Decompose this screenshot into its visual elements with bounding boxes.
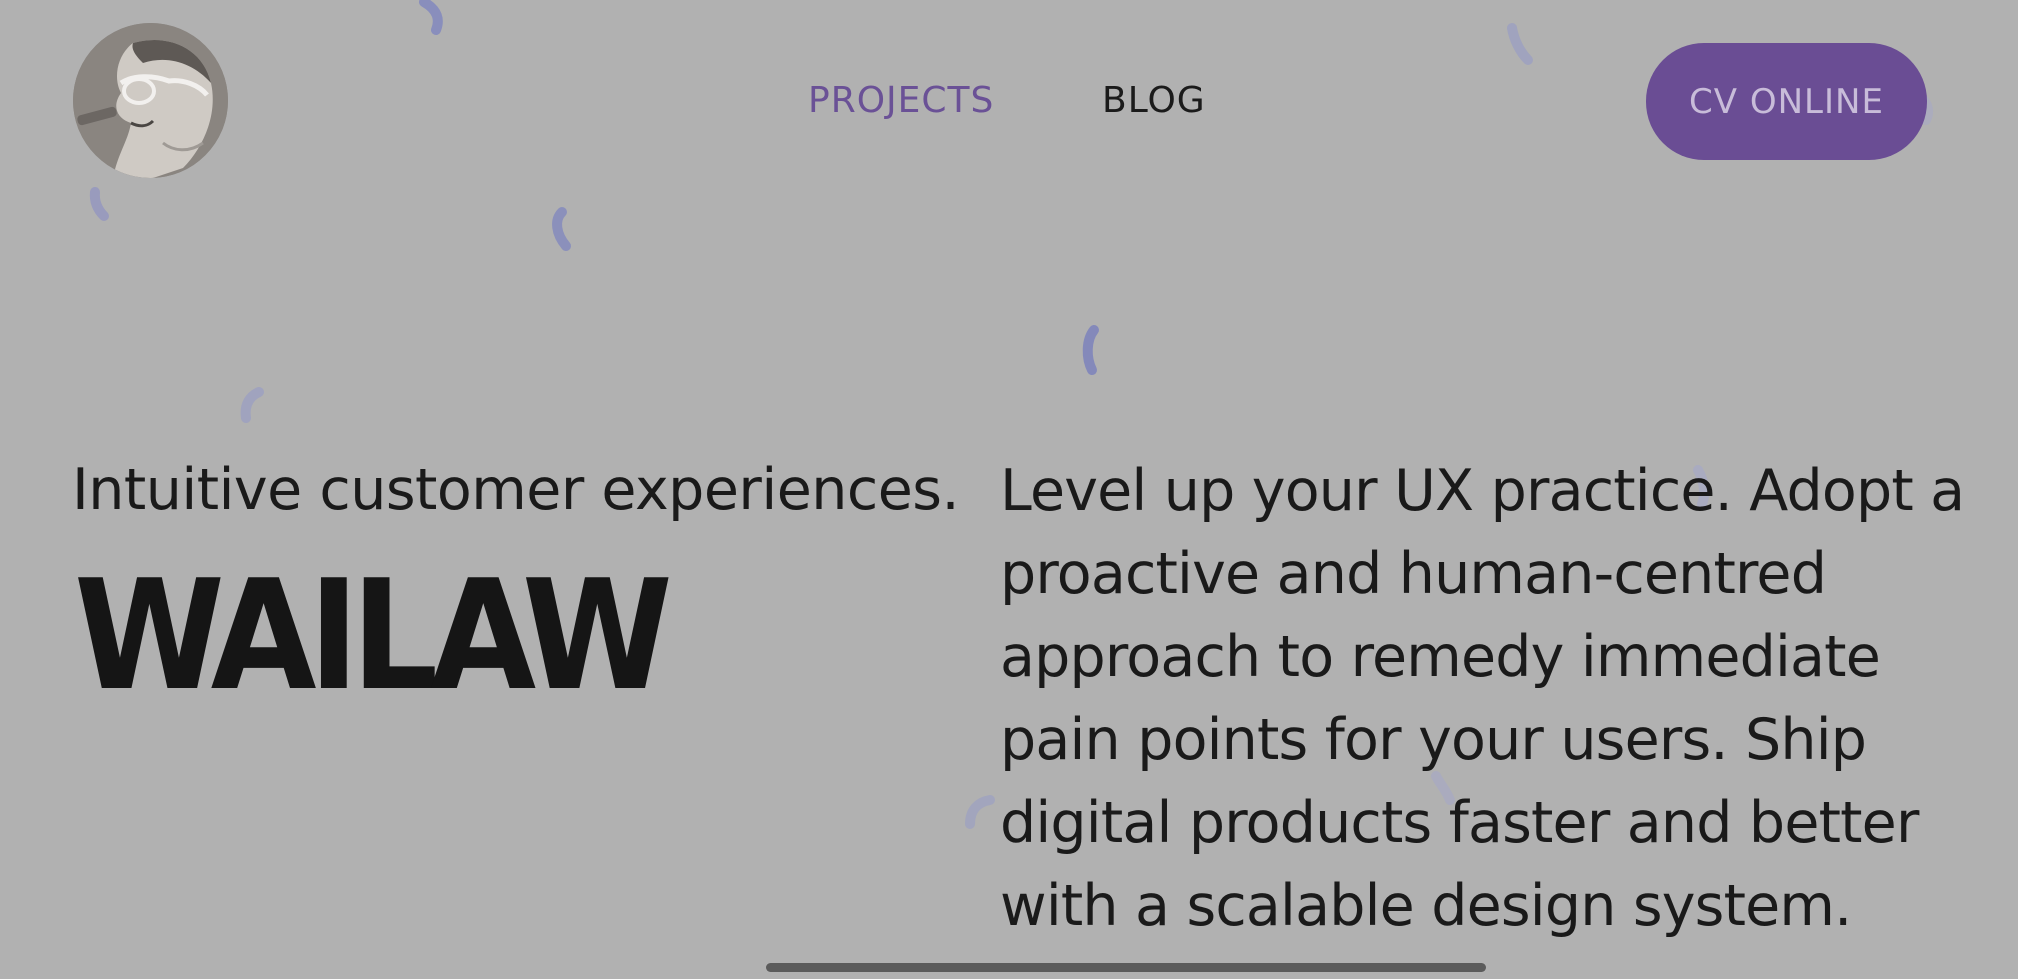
nav-link-projects[interactable]: PROJECTS — [808, 80, 994, 121]
confetti-piece — [1082, 325, 1099, 375]
home-indicator[interactable] — [766, 963, 1486, 972]
hero-tagline: Intuitive customer experiences. — [72, 457, 960, 523]
brand-title: WAILAW — [74, 547, 673, 724]
confetti-piece — [89, 187, 109, 221]
cv-online-button[interactable]: CV ONLINE — [1646, 43, 1927, 160]
confetti-piece — [1507, 23, 1533, 65]
confetti-piece — [552, 207, 571, 251]
confetti-piece — [965, 795, 995, 829]
hero-description: Level up your UX practice. Adopt a proac… — [1000, 458, 1965, 939]
nav-link-blog[interactable]: BLOG — [1102, 80, 1206, 121]
confetti-piece — [240, 387, 264, 423]
confetti-piece — [419, 0, 443, 35]
